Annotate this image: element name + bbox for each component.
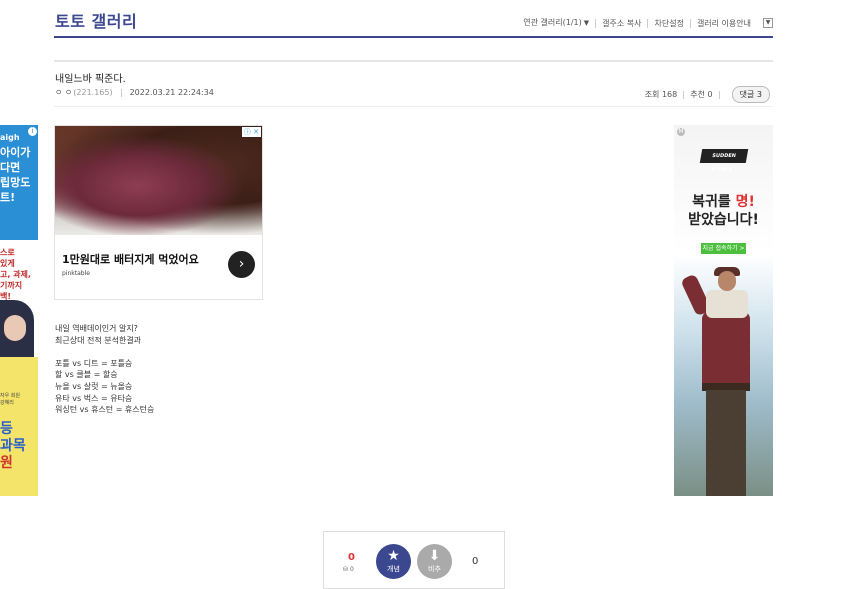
top-nav: 연관 갤러리(1/1) ▼ 갤주소 복사 차단설정 갤러리 이용안내 ▼ — [517, 18, 773, 28]
related-galleries-label: 연관 갤러리(1/1) — [523, 18, 582, 27]
comments-label: 댓글 — [739, 90, 755, 99]
comments-count: 3 — [756, 90, 762, 99]
play-now-button[interactable]: 지금 접속하기 > — [701, 243, 746, 254]
downvote-count: 0 — [472, 556, 479, 567]
bottom-line: 과목 — [0, 438, 26, 454]
comments-button[interactable]: 댓글 3 — [731, 86, 770, 103]
copy-url-link[interactable]: 갤주소 복사 — [595, 18, 647, 28]
soldier-head — [718, 271, 736, 291]
ad-choices-icon[interactable]: ⓘ ✕ — [241, 127, 261, 137]
right-ad-headline: 복귀를 명! 받았습니다! — [674, 193, 773, 229]
soldier-torso — [702, 311, 750, 389]
soldier-scarf — [706, 290, 748, 318]
left-ad-bottom-text: 등 과목 원 — [0, 421, 26, 472]
body-line: 뉴올 vs 살럿 = 뉴올승 — [55, 381, 133, 391]
author-ip: (221.165) — [73, 88, 113, 97]
body-line: 유타 vs 벅스 = 유타승 — [55, 393, 133, 403]
caret-down-icon: ▼ — [583, 19, 590, 27]
down-arrow-icon: ⬇ — [428, 548, 441, 564]
related-galleries-link[interactable]: 연관 갤러리(1/1) ▼ — [517, 18, 595, 28]
upvote-count: 0 — [348, 552, 355, 563]
left-ad-line-4: 트! — [0, 191, 16, 204]
panel-line: 있게 — [0, 259, 15, 268]
upvote-button[interactable]: ★ 개념 — [376, 544, 411, 579]
game-logo: SUDDEN ATTACK — [699, 149, 749, 173]
headline-part: 복귀를 — [692, 194, 736, 210]
gallery-title[interactable]: 토토 갤러리 — [55, 8, 137, 32]
ad-brand: pinktable — [62, 270, 90, 277]
gallery-guide-link[interactable]: 갤러리 이용안내 — [689, 18, 757, 28]
fixed-icon: ⛁ — [343, 566, 349, 573]
ad-info-icon[interactable]: i — [28, 127, 37, 136]
header-divider — [54, 36, 773, 38]
recommend-label: 추천 — [690, 90, 705, 99]
views-count: 168 — [661, 90, 678, 99]
left-ad-caption: 자우 회원 강혜리 — [0, 393, 20, 406]
panel-line: 고, 과제, — [0, 270, 31, 279]
left-ad-line-1: 아이가 — [0, 146, 31, 159]
fixed-count-value: 0 — [349, 566, 354, 573]
panel-line: 스로 — [0, 248, 15, 257]
left-ad-line-2: 다면 — [0, 161, 21, 174]
ad-arrow-icon[interactable]: › — [228, 251, 255, 278]
author-name[interactable]: ㅇ ㅇ — [55, 87, 72, 98]
body-line: 내일 역배데이인거 알지? — [55, 324, 138, 333]
views-label: 조회 — [644, 90, 660, 99]
headline-accent: 명! — [735, 194, 755, 210]
vote-box: 0 ⛁ 0 ★ 개념 ⬇ 비추 0 — [323, 531, 505, 589]
post-body: 내일 역배데이인거 알지? 최근상대 전적 분석한결과 포틀 vs 디트 = 포… — [55, 323, 154, 416]
body-line — [55, 346, 154, 358]
body-line: 포틀 vs 디트 = 포틀승 — [55, 358, 133, 368]
block-settings-link[interactable]: 차단설정 — [647, 18, 689, 28]
more-dropdown-icon[interactable]: ▼ — [763, 18, 773, 28]
divider — [120, 88, 122, 97]
post-author-line: ㅇ ㅇ (221.165) 2022.03.21 22:24:34 — [55, 87, 214, 98]
panel-line: 기까지 — [0, 281, 23, 290]
divider — [718, 90, 720, 99]
post-title: 내일느바 픽준다. — [55, 74, 126, 85]
title-divider — [54, 60, 773, 62]
downvote-label: 비추 — [428, 565, 441, 573]
bottom-line: 원 — [0, 455, 13, 471]
food-ad-card[interactable]: ⓘ ✕ 1만원대로 배터지게 먹었어요 pinktable › — [54, 125, 263, 300]
left-ad-person-face — [4, 315, 26, 341]
upvote-label: 개념 — [387, 565, 400, 573]
soldier-legs — [706, 390, 746, 496]
star-icon: ★ — [387, 548, 400, 564]
recommend-count: 0 — [707, 90, 713, 99]
bottom-line: 등 — [0, 421, 13, 437]
post-datetime: 2022.03.21 22:24:34 — [129, 88, 214, 97]
meta-divider — [54, 106, 773, 107]
divider — [683, 90, 685, 99]
ad-headline: 1만원대로 배터지게 먹었어요 — [62, 253, 199, 266]
ad-mark-icon: M — [677, 128, 685, 136]
left-banner-ad[interactable]: i aigh 아이가 다면 립망도 트! 스로 있게 고, 과제, 기까지 백!… — [0, 125, 38, 496]
downvote-button[interactable]: ⬇ 비추 — [417, 544, 452, 579]
body-line: 할 vs 클블 = 할승 — [55, 370, 118, 380]
fixed-upvote-count: ⛁ 0 — [343, 566, 354, 573]
left-ad-panel-text: 스로 있게 고, 과제, 기까지 백! — [0, 247, 31, 302]
right-banner-ad[interactable]: M SUDDEN ATTACK 복귀를 명! 받았습니다! 지금 접속하기 > — [674, 125, 773, 496]
body-line: 최근상대 전적 분석한결과 — [55, 335, 142, 345]
body-line: 워싱턴 vs 휴스턴 = 휴스턴승 — [55, 405, 155, 415]
ad-food-photo — [55, 126, 262, 235]
headline-line-2: 받았습니다! — [688, 212, 759, 228]
left-ad-line-3: 립망도 — [0, 176, 31, 189]
post-stats: 조회 168 추천 0 댓글 3 — [645, 86, 770, 103]
